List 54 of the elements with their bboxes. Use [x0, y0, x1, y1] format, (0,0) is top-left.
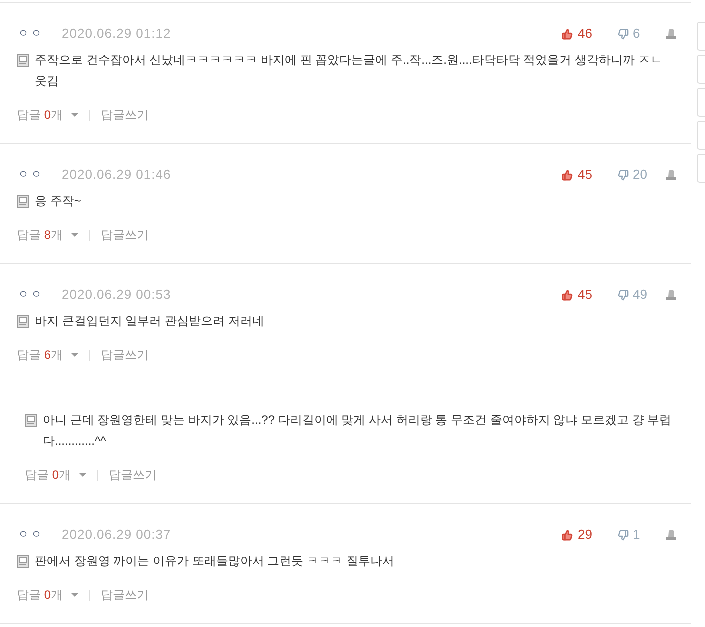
side-tab[interactable] — [697, 154, 705, 183]
like-button[interactable]: 45 — [562, 165, 618, 185]
comment-date: 2020.06.29 00:53 — [62, 286, 172, 304]
comment-text: 아니 근데 장원영한테 맞는 바지가 있음...?? 다리길이에 맞게 사서 허리랑 통 무조건 줄여야하지 않냐 모르겠고 걍 부럽다............^^ — [43, 412, 673, 450]
write-reply-link[interactable]: 답글쓰기 — [101, 226, 150, 244]
side-tab[interactable] — [697, 22, 705, 51]
write-reply-link[interactable]: 답글쓰기 — [101, 586, 150, 604]
side-tab[interactable] — [697, 55, 705, 84]
caret-down-icon — [71, 593, 80, 597]
comment-date: 2020.06.29 01:12 — [62, 25, 172, 44]
thumbs-down-icon — [618, 170, 629, 180]
thumbs-down-icon — [618, 290, 629, 300]
replies-toggle[interactable]: 답글 0개 — [17, 586, 80, 604]
caret-down-icon — [71, 353, 80, 357]
comment-text: 응 주작~ — [35, 193, 82, 210]
memo-icon — [25, 414, 37, 427]
caret-down-icon — [71, 233, 80, 237]
memo-icon — [17, 555, 29, 568]
thumbs-up-icon — [562, 170, 573, 180]
author-name[interactable]: ㅇㅇ — [18, 526, 44, 544]
memo-icon — [17, 195, 29, 208]
write-reply-link[interactable]: 답글쓰기 — [101, 106, 150, 124]
caret-down-icon — [79, 473, 88, 477]
comment-date: 2020.06.29 01:46 — [62, 166, 172, 184]
like-button[interactable]: 46 — [562, 24, 618, 44]
memo-icon — [17, 54, 29, 67]
like-button[interactable]: 29 — [562, 525, 618, 545]
siren-icon[interactable] — [666, 29, 677, 39]
replies-toggle[interactable]: 답글 0개 — [25, 466, 88, 484]
comment-text: 판에서 장원영 까이는 이유가 또래들많아서 그런듯 ㅋㅋㅋ 질투나서 — [35, 553, 394, 570]
siren-icon[interactable] — [666, 530, 677, 540]
thumbs-up-icon — [562, 28, 573, 40]
side-tab[interactable] — [697, 88, 705, 117]
replies-toggle[interactable]: 답글 0개 — [17, 106, 80, 124]
comment-text: 바지 큰걸입던지 일부러 관심받으려 저러네 — [35, 313, 264, 330]
comment-date: 2020.06.29 00:37 — [62, 526, 172, 544]
siren-icon[interactable] — [666, 170, 677, 180]
write-reply-link[interactable]: 답글쓰기 — [109, 466, 158, 484]
thumbs-down-icon — [618, 28, 629, 40]
author-name[interactable]: ㅇㅇ — [18, 26, 44, 42]
write-reply-link[interactable]: 답글쓰기 — [101, 346, 150, 364]
caret-down-icon — [71, 113, 80, 117]
thumbs-down-icon — [618, 530, 629, 540]
thumbs-up-icon — [562, 530, 573, 540]
thumbs-up-icon — [562, 290, 573, 300]
replies-toggle[interactable]: 답글 8개 — [17, 226, 80, 244]
memo-icon — [17, 315, 29, 328]
replies-toggle[interactable]: 답글 6개 — [17, 346, 80, 364]
like-button[interactable]: 45 — [562, 285, 618, 305]
author-name[interactable]: ㅇㅇ — [18, 166, 44, 184]
siren-icon[interactable] — [666, 290, 677, 300]
side-tab[interactable] — [697, 121, 705, 150]
comment-text: 주작으로 건수잡아서 신났네ㅋㅋㅋㅋㅋㅋ 바지에 핀 꼽았다는글에 주..작...즈.원....타닥타닥 적었을거 생각하니까 ㅈㄴ웃김 — [35, 52, 664, 90]
author-name[interactable]: ㅇㅇ — [18, 286, 44, 304]
